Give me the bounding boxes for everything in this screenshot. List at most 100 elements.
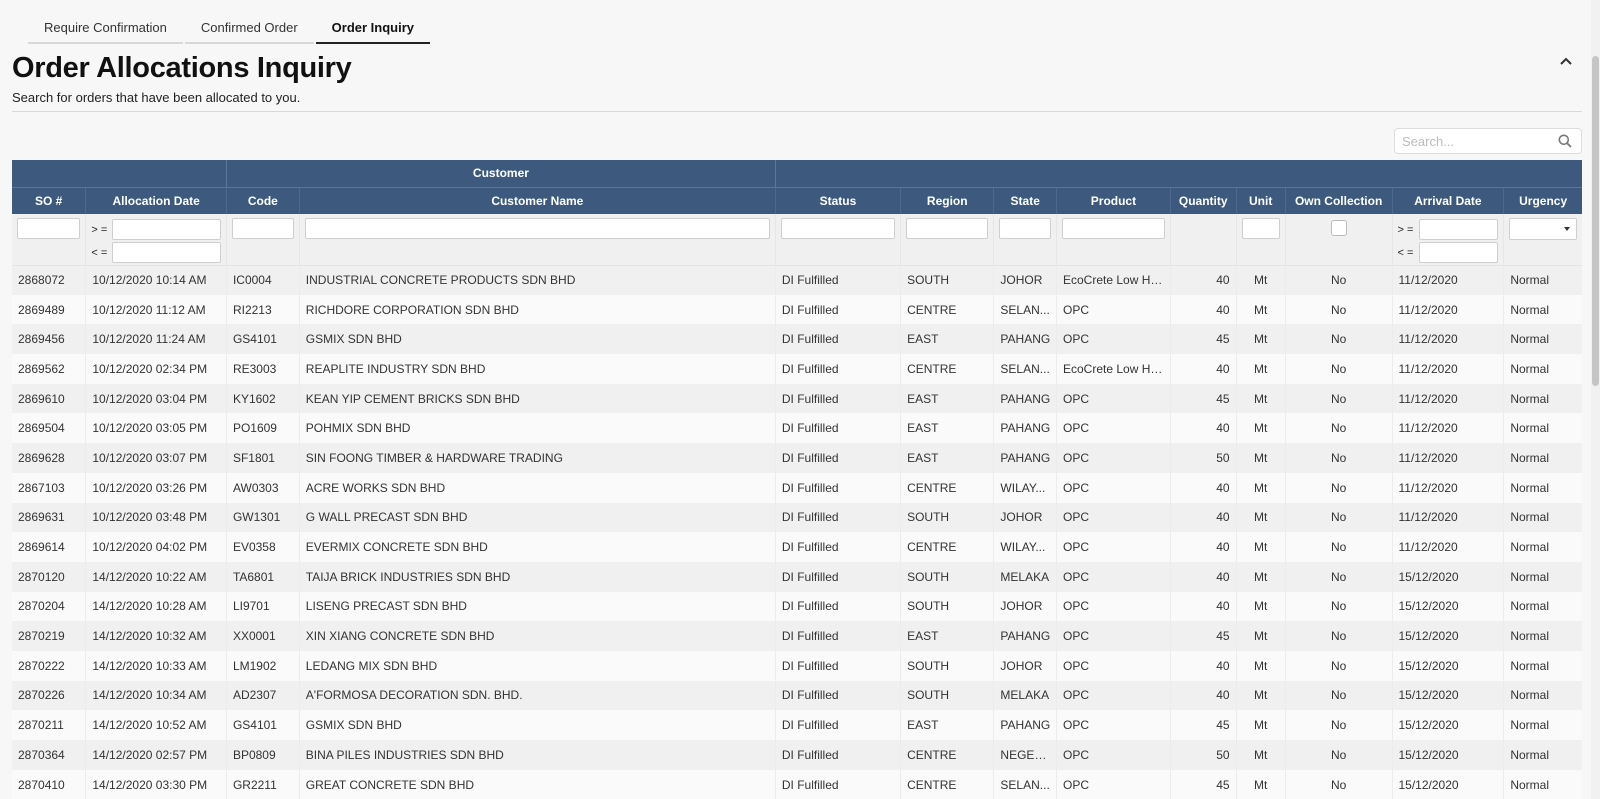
cell-allocation-date: 10/12/2020 03:04 PM (85, 383, 227, 414)
filter-arrival-date-to[interactable] (1418, 242, 1499, 263)
table-row[interactable]: 2870219 14/12/2020 10:32 AM XX0001 XIN XIAN… (12, 621, 1582, 651)
filter-customer-name-input[interactable] (304, 218, 770, 239)
cell-allocation-date: 14/12/2020 10:34 AM (85, 680, 227, 711)
cell-customer-name: INDUSTRIAL CONCRETE PRODUCTS SDN BHD (298, 265, 776, 295)
filter-state-input[interactable] (999, 218, 1051, 239)
cell-region: SOUTH (900, 502, 994, 533)
cell-own-collection: No (1284, 354, 1392, 384)
filter-so-input[interactable] (17, 218, 81, 239)
cell-state: PAHANG (993, 383, 1057, 414)
filter-allocation-date-to[interactable] (112, 242, 221, 263)
table-row[interactable]: 2868072 10/12/2020 10:14 AM IC0004 INDUSTRI… (12, 265, 1582, 295)
col-header-quantity[interactable]: Quantity (1169, 187, 1237, 214)
cell-so: 2869631 (12, 502, 86, 533)
filter-urgency-select[interactable] (1509, 218, 1577, 240)
search-input[interactable] (1395, 129, 1545, 153)
cell-arrival-date: 11/12/2020 (1391, 413, 1504, 444)
group-header-blank (12, 160, 227, 188)
table-row[interactable]: 2869628 10/12/2020 03:07 PM SF1801 SIN FOON… (12, 443, 1582, 473)
cell-region: EAST (900, 413, 994, 444)
cell-status: DI Fulfilled (774, 443, 901, 473)
cell-product: OPC (1056, 621, 1171, 651)
filter-product-input[interactable] (1062, 218, 1165, 239)
cell-product: OPC (1056, 472, 1171, 503)
cell-quantity: 50 (1169, 740, 1237, 770)
col-header-status[interactable]: Status (774, 187, 901, 214)
table-row[interactable]: 2869631 10/12/2020 03:48 PM GW1301 G WALL P… (12, 502, 1582, 533)
collapse-button[interactable] (1556, 52, 1576, 70)
table-row[interactable]: 2870410 14/12/2020 03:30 PM GR2211 GREAT CO… (12, 769, 1582, 799)
cell-region: CENTRE (900, 740, 994, 770)
cell-product: OPC (1056, 769, 1171, 799)
cell-product: OPC (1056, 532, 1171, 562)
col-header-unit[interactable]: Unit (1235, 187, 1286, 214)
tab-order-inquiry[interactable]: Order Inquiry (315, 14, 431, 44)
col-header-region[interactable]: Region (900, 187, 994, 214)
filter-status-input[interactable] (780, 218, 896, 239)
cell-urgency: Normal (1503, 710, 1582, 740)
cell-allocation-date: 10/12/2020 03:26 PM (85, 472, 227, 503)
col-header-own-collection[interactable]: Own Collection (1284, 187, 1392, 214)
cell-unit: Mt (1235, 294, 1286, 325)
cell-code: RE3003 (225, 354, 300, 384)
col-header-product[interactable]: Product (1056, 187, 1171, 214)
cell-region: CENTRE (900, 532, 994, 562)
cell-so: 2869610 (12, 383, 86, 414)
cell-arrival-date: 15/12/2020 (1391, 561, 1504, 592)
cell-region: EAST (900, 383, 994, 414)
table-row[interactable]: 2869614 10/12/2020 04:02 PM EV0358 EVERMIX … (12, 532, 1582, 562)
cell-own-collection: No (1284, 324, 1392, 355)
filter-allocation-date-from[interactable] (112, 219, 221, 240)
scrollbar-thumb[interactable] (1592, 56, 1599, 386)
filter-own-collection-checkbox[interactable] (1330, 220, 1347, 236)
col-header-customer-name[interactable]: Customer Name (298, 187, 776, 214)
tab-confirmed-order[interactable]: Confirmed Order (184, 14, 314, 44)
table-row[interactable]: 2870211 14/12/2020 10:52 AM GS4101 GSMIX SD… (12, 710, 1582, 740)
scrollbar[interactable] (1591, 0, 1600, 799)
filter-region-input[interactable] (906, 218, 989, 239)
table-row[interactable]: 2870204 14/12/2020 10:28 AM LI9701 LISENG P… (12, 591, 1582, 622)
cell-status: DI Fulfilled (774, 740, 901, 770)
cell-arrival-date: 11/12/2020 (1391, 532, 1504, 562)
cell-status: DI Fulfilled (774, 502, 901, 533)
filter-unit-input[interactable] (1241, 218, 1280, 239)
filter-arrival-date-from[interactable] (1418, 219, 1499, 240)
col-header-arrival-date[interactable]: Arrival Date (1391, 187, 1504, 214)
cell-customer-name: TAIJA BRICK INDUSTRIES SDN BHD (298, 561, 776, 592)
table-row[interactable]: 2869562 10/12/2020 02:34 PM RE3003 REAPLITE… (12, 354, 1582, 384)
tab-require-confirmation[interactable]: Require Confirmation (28, 14, 183, 44)
table-row[interactable]: 2870226 14/12/2020 10:34 AM AD2307 A'FORMOS… (12, 680, 1582, 711)
cell-quantity: 45 (1169, 383, 1237, 414)
table-row[interactable]: 2867103 10/12/2020 03:26 PM AW0303 ACRE WOR… (12, 472, 1582, 503)
cell-code: AD2307 (225, 680, 300, 711)
table-row[interactable]: 2869610 10/12/2020 03:04 PM KY1602 KEAN YIP… (12, 383, 1582, 414)
cell-unit: Mt (1235, 650, 1286, 681)
cell-code: GR2211 (225, 769, 300, 799)
search-icon[interactable] (1558, 134, 1572, 148)
col-header-state[interactable]: State (993, 187, 1057, 214)
cell-product: OPC (1056, 443, 1171, 473)
cell-code: TA6801 (225, 561, 300, 592)
cell-state: JOHOR (993, 502, 1057, 533)
table-row[interactable]: 2869504 10/12/2020 03:05 PM PO1609 POHMIX S… (12, 413, 1582, 444)
cell-unit: Mt (1235, 769, 1286, 799)
cell-quantity: 40 (1169, 591, 1237, 622)
table-row[interactable]: 2869489 10/12/2020 11:12 AM RI2213 RICHDORE… (12, 294, 1582, 325)
cell-customer-name: ACRE WORKS SDN BHD (298, 472, 776, 503)
table-row[interactable]: 2870120 14/12/2020 10:22 AM TA6801 TAIJA BR… (12, 561, 1582, 592)
cell-allocation-date: 14/12/2020 03:30 PM (85, 769, 227, 799)
col-header-allocation-date[interactable]: Allocation Date (85, 187, 227, 214)
table-row[interactable]: 2870364 14/12/2020 02:57 PM BP0809 BINA PIL… (12, 740, 1582, 770)
cell-urgency: Normal (1503, 532, 1582, 562)
col-header-urgency[interactable]: Urgency (1503, 187, 1582, 214)
table-row[interactable]: 2870222 14/12/2020 10:33 AM LM1902 LEDANG M… (12, 650, 1582, 681)
cell-quantity: 50 (1169, 443, 1237, 473)
col-header-code[interactable]: Code (225, 187, 300, 214)
cell-arrival-date: 15/12/2020 (1391, 591, 1504, 622)
col-header-so[interactable]: SO # (12, 187, 86, 214)
cell-customer-name: RICHDORE CORPORATION SDN BHD (298, 294, 776, 325)
filter-code-input[interactable] (231, 218, 294, 239)
cell-status: DI Fulfilled (774, 532, 901, 562)
table-row[interactable]: 2869456 10/12/2020 11:24 AM GS4101 GSMIX SD… (12, 324, 1582, 355)
cell-so: 2870364 (12, 740, 86, 770)
